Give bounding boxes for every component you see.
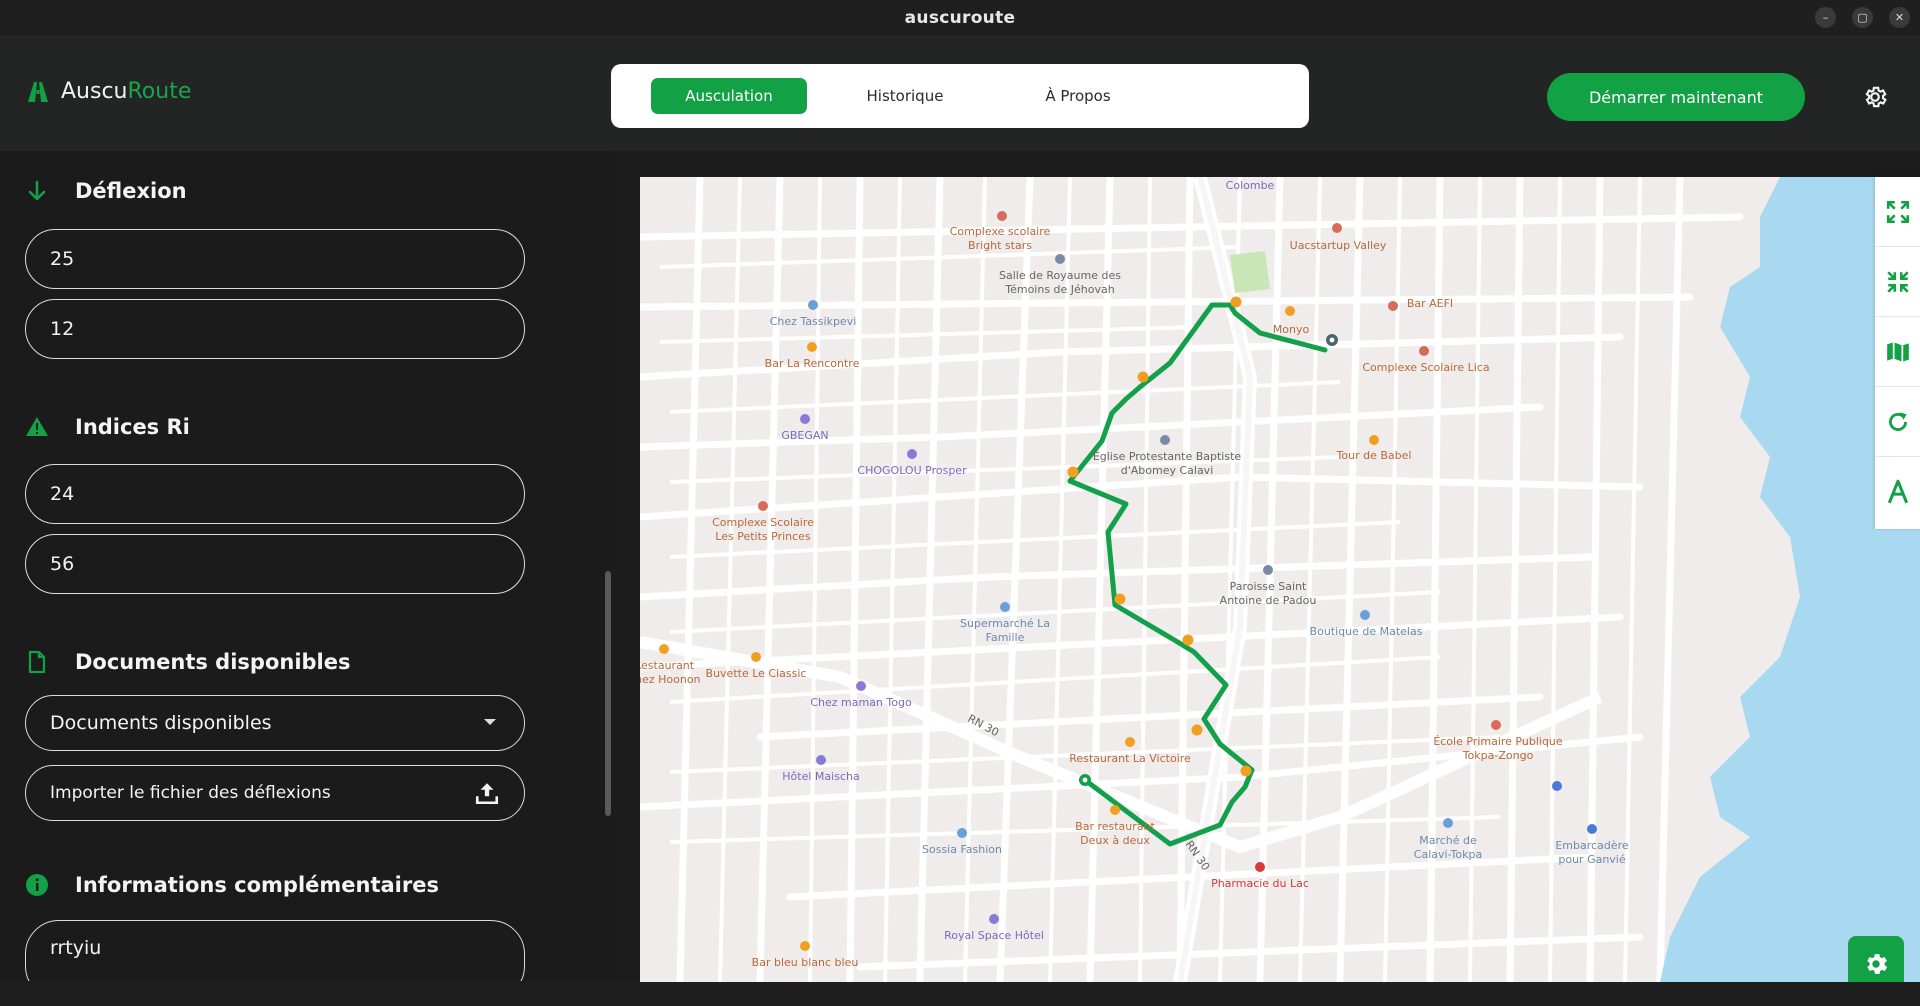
sidebar-scrollbar[interactable] bbox=[605, 571, 611, 816]
info-icon bbox=[26, 874, 48, 896]
parameters-sidebar: Déflexion 25 12 Indices Ri 24 56 Documen… bbox=[0, 151, 612, 981]
app-header: AuscuRoute Ausculation Historique À Prop… bbox=[0, 37, 1920, 151]
documents-select[interactable]: Documents disponibles bbox=[25, 695, 525, 751]
map-label: Buvette Le Classic bbox=[705, 667, 807, 680]
section-indices: Indices Ri bbox=[25, 415, 190, 439]
deflexion-title: Déflexion bbox=[75, 179, 187, 203]
map-label: Restaurant Chez Hoonon bbox=[640, 659, 701, 686]
chevron-down-icon bbox=[484, 719, 496, 725]
window-titlebar: auscuroute – ▢ ✕ bbox=[0, 0, 1920, 37]
map-label: Église Protestante Baptiste d'Abomey Cal… bbox=[1092, 450, 1242, 477]
map-label: Tour de Babel bbox=[1336, 449, 1412, 462]
map-label: Sossia Fashion bbox=[922, 843, 1002, 856]
map-label: Colombe bbox=[1225, 179, 1275, 192]
gear-icon[interactable] bbox=[1862, 84, 1888, 110]
deflexion-input-2[interactable]: 12 bbox=[25, 299, 525, 359]
indices-input-1[interactable]: 24 bbox=[25, 464, 525, 524]
map-label: Chez Tassikpevi bbox=[769, 315, 857, 328]
indices-input-2[interactable]: 56 bbox=[25, 534, 525, 594]
informations-title: Informations complémentaires bbox=[75, 873, 439, 897]
map-label: Chez maman Togo bbox=[810, 696, 912, 709]
window-controls: – ▢ ✕ bbox=[1815, 7, 1910, 28]
expand-icon bbox=[1886, 200, 1909, 223]
documents-select-value: Documents disponibles bbox=[50, 712, 272, 734]
section-documents: Documents disponibles bbox=[25, 650, 351, 674]
import-deflexions-button[interactable]: Importer le fichier des déflexions bbox=[25, 765, 525, 821]
label-toggle-button[interactable] bbox=[1875, 457, 1920, 527]
road-logo-icon bbox=[28, 81, 48, 102]
fullscreen-button[interactable] bbox=[1875, 177, 1920, 247]
map-label: Bar bleu blanc bleu bbox=[751, 956, 859, 969]
informations-textarea[interactable]: rrtyiu bbox=[25, 920, 525, 981]
deflexion-input-1[interactable]: 25 bbox=[25, 229, 525, 289]
map-label: Salle de Royaume des Témoins de Jéhovah bbox=[999, 269, 1121, 296]
tab-a-propos[interactable]: À Propos bbox=[1003, 78, 1153, 114]
tab-ausculation[interactable]: Ausculation bbox=[651, 78, 807, 114]
main-nav: Ausculation Historique À Propos bbox=[611, 64, 1309, 128]
map-label: Paroisse Saint Antoine de Padou bbox=[1219, 580, 1317, 607]
map-label: Embarcadère pour Ganvié bbox=[1555, 839, 1629, 866]
start-now-button[interactable]: Démarrer maintenant bbox=[1547, 73, 1805, 121]
map-toolbar bbox=[1875, 177, 1920, 529]
upload-icon bbox=[475, 783, 499, 805]
warning-icon bbox=[26, 417, 48, 436]
map-label: Restaurant La Victoire bbox=[1069, 752, 1191, 765]
exit-fullscreen-button[interactable] bbox=[1875, 247, 1920, 317]
map-label: Monyo bbox=[1272, 323, 1310, 336]
minimize-button[interactable]: – bbox=[1815, 7, 1836, 28]
map-icon bbox=[1886, 341, 1909, 362]
documents-title: Documents disponibles bbox=[75, 650, 351, 674]
map-layer-button[interactable] bbox=[1875, 317, 1920, 387]
map-label: Bar AEFI bbox=[1406, 297, 1454, 310]
brand: AuscuRoute bbox=[25, 79, 191, 104]
map-label: École Primaire Publique Tokpa-Zongo bbox=[1433, 735, 1563, 762]
map-label: Hôtel Maischa bbox=[782, 770, 860, 783]
brand-name: AuscuRoute bbox=[61, 79, 192, 104]
maximize-button[interactable]: ▢ bbox=[1852, 7, 1873, 28]
import-label: Importer le fichier des déflexions bbox=[50, 783, 331, 803]
arrow-down-icon bbox=[28, 180, 46, 201]
map-label: Boutique de Matelas bbox=[1309, 625, 1423, 638]
map-label: Complexe Scolaire Lica bbox=[1362, 361, 1490, 374]
close-button[interactable]: ✕ bbox=[1889, 7, 1910, 28]
map-label: GBEGAN bbox=[781, 429, 829, 442]
bottom-bar bbox=[0, 982, 1920, 1006]
map-label: Pharmacie du Lac bbox=[1211, 877, 1309, 890]
map-label: Supermarché La Famille bbox=[960, 617, 1050, 644]
refresh-button[interactable] bbox=[1875, 387, 1920, 457]
collapse-icon bbox=[1886, 270, 1909, 293]
gear-icon bbox=[1867, 954, 1888, 974]
map-label: Complexe scolaire Bright stars bbox=[949, 225, 1051, 252]
map-label: CHOGOLOU Prosper bbox=[857, 464, 967, 477]
map-view[interactable]: Colombe Complexe scolaire Bright stars U… bbox=[640, 177, 1920, 982]
section-informations: Informations complémentaires bbox=[25, 873, 439, 897]
tab-historique[interactable]: Historique bbox=[847, 78, 963, 114]
text-icon bbox=[1887, 479, 1908, 504]
map-label: Bar restaurant Deux à deux bbox=[1075, 820, 1155, 847]
map-label: Complexe Scolaire Les Petits Princes bbox=[712, 516, 814, 543]
indices-title: Indices Ri bbox=[75, 415, 190, 439]
map-label: Royal Space Hôtel bbox=[944, 929, 1044, 942]
window-title: auscuroute bbox=[904, 8, 1016, 28]
refresh-icon bbox=[1888, 411, 1907, 431]
map-label: Uacstartup Valley bbox=[1289, 239, 1387, 252]
section-deflexion: Déflexion bbox=[25, 179, 187, 203]
map-label: Bar La Rencontre bbox=[764, 357, 860, 370]
document-icon bbox=[28, 650, 46, 674]
map-label: Marché de Calavi-Tokpa bbox=[1413, 834, 1483, 861]
